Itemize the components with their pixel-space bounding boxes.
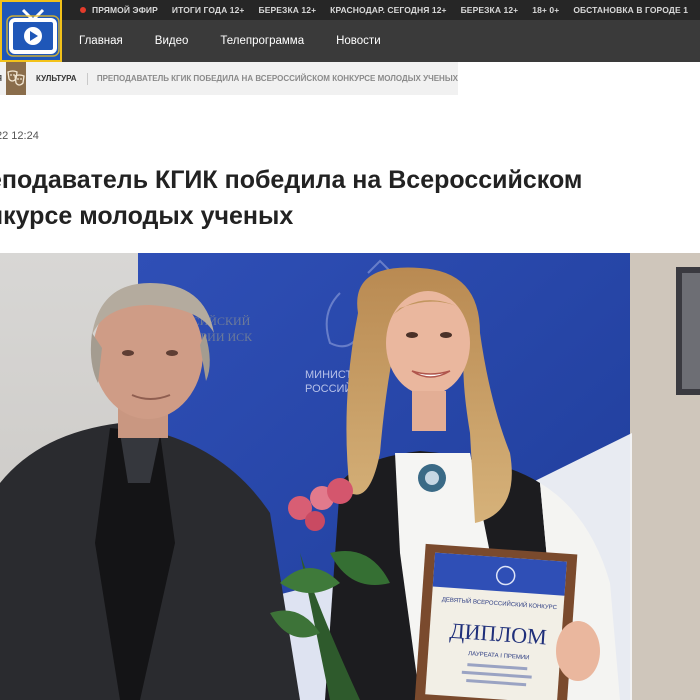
live-dot-icon (80, 7, 86, 13)
ticker-item[interactable]: БЕРЕЗКА 12+ (259, 5, 317, 15)
ticker-item[interactable]: 18+ 0+ (532, 5, 559, 15)
article-photo[interactable]: РОССИЙСКИЙ ИСТОРИИ ИСК МИНИСТЕРС РОССИЙС… (0, 253, 700, 700)
site-logo[interactable] (0, 0, 62, 62)
site-header: ПРЯМОЙ ЭФИР ИТОГИ ГОДА 12+ БЕРЕЗКА 12+ К… (0, 0, 700, 62)
nav-tv-guide[interactable]: Телепрограмма (220, 35, 304, 47)
nav-news[interactable]: Новости (336, 35, 381, 47)
main-navigation: Главная Видео Телепрограмма Новости (62, 20, 700, 62)
ticker-label: ПРЯМОЙ ЭФИР (92, 5, 158, 15)
nav-home[interactable]: Главная (79, 35, 123, 47)
theatre-masks-icon (5, 62, 26, 95)
article-title-line: нкурсе молодых ученых (0, 202, 294, 230)
ticker-label: БЕРЕЗКА 12+ (460, 5, 519, 15)
ticker-label: 18+ 0+ (532, 5, 560, 15)
broadcast-ticker: ПРЯМОЙ ЭФИР ИТОГИ ГОДА 12+ БЕРЕЗКА 12+ К… (62, 0, 700, 20)
award-ceremony-photo: РОССИЙСКИЙ ИСТОРИИ ИСК МИНИСТЕРС РОССИЙС… (0, 253, 700, 700)
ticker-label: ОБСТАНОВКА В ГОРОДЕ 1 (573, 5, 689, 15)
nav-video[interactable]: Видео (155, 35, 189, 47)
article-datetime: 22 12:24 (0, 130, 39, 142)
article-title: еподаватель КГИК победила на Всероссийск… (0, 162, 698, 234)
breadcrumb-prev[interactable]: ИЯ (0, 74, 2, 83)
ticker-label: БЕРЕЗКА 12+ (258, 5, 317, 15)
tv-logo-icon (6, 8, 60, 57)
breadcrumb: ИЯ КУЛЬТУРА ПРЕПОДАВАТЕЛЬ КГИК ПОБЕДИЛА … (0, 62, 458, 95)
ticker-item[interactable]: БЕРЕЗКА 12+ (461, 5, 519, 15)
ticker-item[interactable]: КРАСНОДАР. СЕГОДНЯ 12+ (330, 5, 446, 15)
article-title-line: еподаватель КГИК победила на Всероссийск… (0, 166, 583, 194)
ticker-item[interactable]: ИТОГИ ГОДА 12+ (172, 5, 245, 15)
ticker-item-live[interactable]: ПРЯМОЙ ЭФИР (80, 5, 158, 15)
ticker-label: ИТОГИ ГОДА 12+ (171, 5, 245, 15)
breadcrumb-category[interactable]: КУЛЬТУРА (36, 74, 77, 83)
ticker-item[interactable]: ОБСТАНОВКА В ГОРОДЕ 1 (573, 5, 688, 15)
breadcrumb-current: ПРЕПОДАВАТЕЛЬ КГИК ПОБЕДИЛА НА ВСЕРОССИЙ… (96, 74, 458, 83)
ticker-label: КРАСНОДАР. СЕГОДНЯ 12+ (330, 5, 447, 15)
